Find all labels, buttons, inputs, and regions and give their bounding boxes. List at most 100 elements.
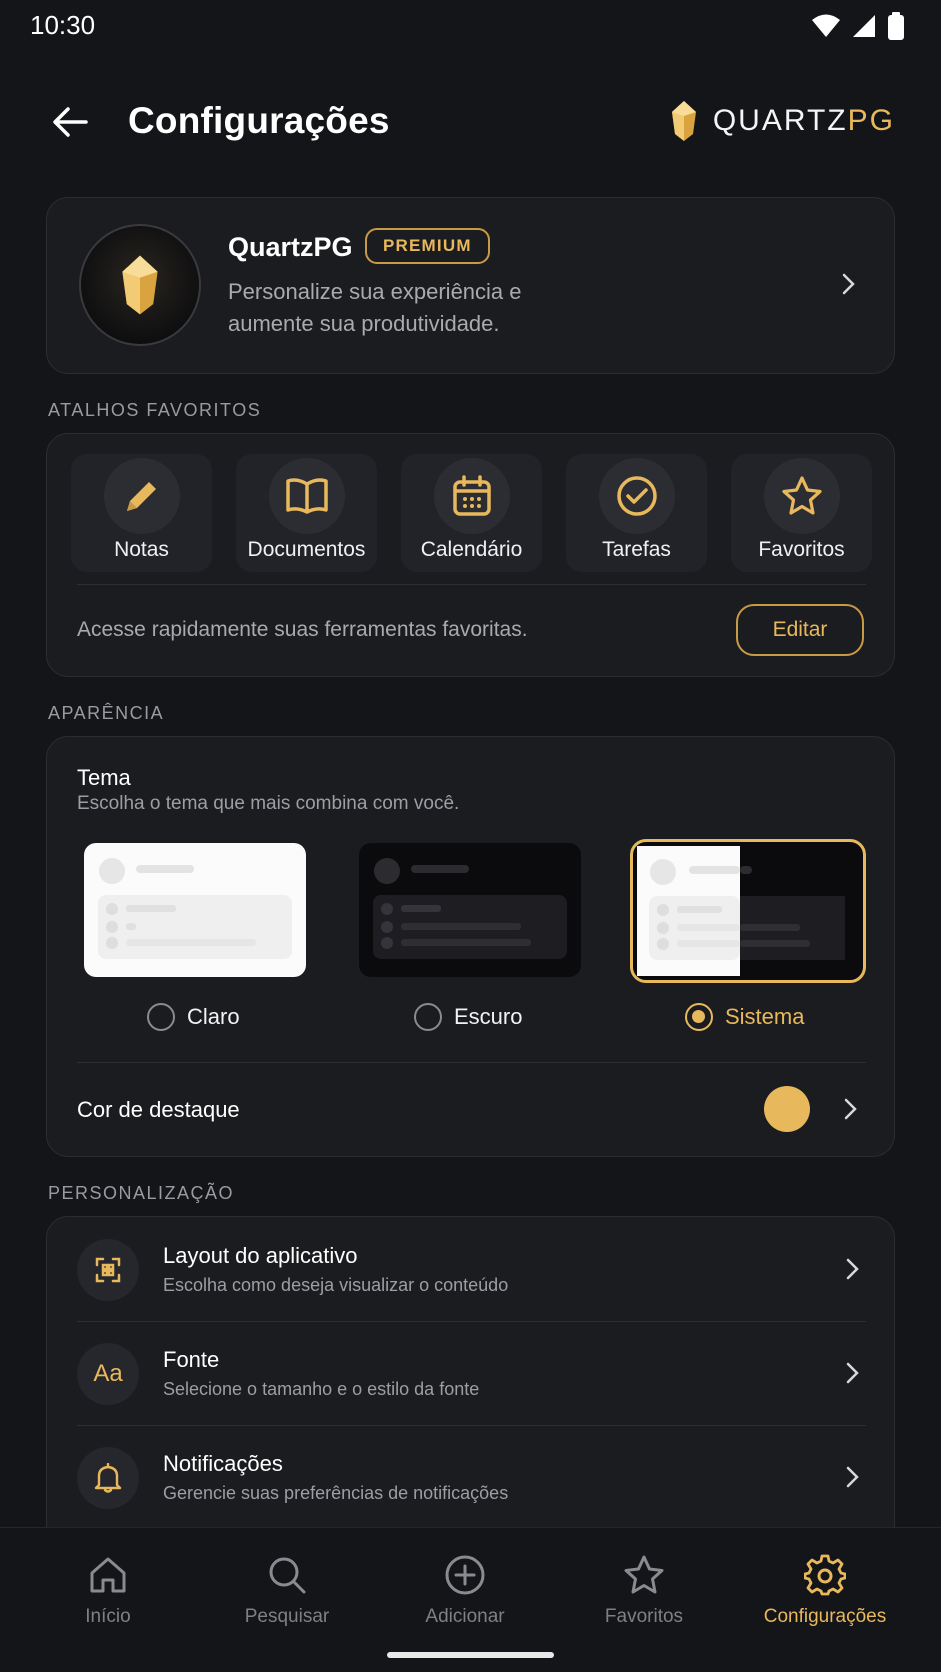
system-preview-graphic [637, 846, 859, 976]
shortcut-icon-wrap [433, 458, 510, 534]
shortcut-notes[interactable]: Notas [71, 454, 212, 572]
shortcut-icon-wrap [598, 458, 675, 534]
crystal-logo-icon [671, 101, 696, 141]
check-circle-icon [616, 476, 657, 516]
settings-row-subtitle: Escolha como deseja visualizar o conteúd… [163, 1275, 509, 1295]
radio-system[interactable] [685, 1003, 713, 1031]
book-icon [285, 478, 328, 514]
chevron-right-icon [846, 1466, 859, 1488]
nav-item-search[interactable]: Pesquisar [197, 1554, 377, 1628]
nav-label: Início [85, 1606, 131, 1627]
light-preview-graphic [98, 858, 292, 959]
shortcut-label: Calendário [420, 538, 523, 561]
search-icon [269, 1557, 306, 1594]
pencil-icon [126, 482, 156, 511]
nav-item-settings[interactable]: Configurações [735, 1554, 915, 1628]
font-icon: Aa [77, 1343, 139, 1405]
nav-item-favorites[interactable]: Favoritos [554, 1554, 734, 1628]
chevron-right-icon[interactable] [838, 1097, 862, 1121]
nav-label: Favoritos [604, 1606, 684, 1627]
section-label-shortcuts: ATALHOS FAVORITOS [48, 400, 262, 420]
shortcut-icon-wrap [268, 458, 345, 534]
section-label-appearance: APARÊNCIA [48, 703, 165, 723]
settings-row-title: Notificações [163, 1451, 283, 1476]
settings-row-font[interactable]: Aa Fonte Selecione o tamanho e o estilo … [47, 1321, 896, 1425]
appearance-card: Tema Escolha o tema que mais combina com… [46, 736, 895, 1157]
layout-icon-wrap [77, 1239, 139, 1301]
edit-button[interactable]: Editar [736, 604, 864, 656]
shortcut-tasks[interactable]: Tarefas [566, 454, 707, 572]
page-title: Configurações [128, 100, 390, 141]
shortcut-favorites[interactable]: Favoritos [731, 454, 872, 572]
back-button[interactable] [46, 98, 94, 146]
theme-option-label: Escuro [454, 1004, 523, 1029]
shortcut-documents[interactable]: Documentos [236, 454, 377, 572]
shortcut-icon-wrap [103, 458, 180, 534]
shortcut-calendar[interactable]: Calendário [401, 454, 542, 572]
bottom-navigation: Início Pesquisar Adicionar Favoritos Con… [0, 1527, 941, 1672]
theme-preview-light[interactable] [84, 843, 306, 977]
accent-color-swatch[interactable] [764, 1086, 810, 1132]
shortcuts-card: Notas Documentos Calendário Tarefas Favo… [46, 433, 895, 677]
shortcut-label: Tarefas [602, 538, 671, 561]
divider [77, 584, 866, 585]
settings-row-layout[interactable]: Layout do aplicativo Escolha como deseja… [47, 1217, 896, 1321]
theme-preview-dark[interactable] [359, 843, 581, 977]
section-label-personalization: PERSONALIZAÇÃO [48, 1183, 235, 1203]
shortcut-label: Documentos [247, 538, 366, 561]
theme-option-light[interactable]: Claro [147, 1003, 240, 1031]
divider [77, 1062, 866, 1063]
brand-logo: QUARTZPG [669, 100, 895, 142]
shortcuts-hint: Acesse rapidamente suas ferramentas favo… [77, 618, 528, 641]
nav-label: Configurações [763, 1606, 887, 1627]
chevron-right-icon [842, 273, 855, 295]
star-icon [624, 1555, 664, 1594]
arrow-left-icon [53, 107, 88, 137]
wifi-icon [812, 14, 840, 37]
star-icon [781, 476, 822, 515]
profile-name: QuartzPG [228, 232, 353, 262]
calendar-icon [452, 475, 491, 516]
chevron-right-icon [846, 1258, 859, 1280]
gear-icon [804, 1554, 846, 1596]
settings-row-title: Fonte [163, 1347, 220, 1372]
home-indicator[interactable] [387, 1652, 554, 1658]
nav-label: Adicionar [425, 1606, 505, 1627]
brand-name-accent: PG [847, 104, 895, 137]
settings-row-notifications[interactable]: Notificações Gerencie suas preferências … [47, 1425, 896, 1529]
theme-title: Tema [77, 765, 131, 790]
battery-icon [888, 12, 904, 40]
home-icon [90, 1557, 126, 1593]
chevron-right-icon [846, 1362, 859, 1384]
nav-item-home[interactable]: Início [18, 1554, 198, 1628]
theme-option-label: Sistema [725, 1004, 805, 1029]
layout-icon [95, 1257, 121, 1283]
radio-light[interactable] [147, 1003, 175, 1031]
status-icons [811, 12, 905, 40]
dark-preview-graphic [373, 858, 567, 959]
theme-option-system[interactable]: Sistema [685, 1003, 804, 1031]
accent-color-label: Cor de destaque [77, 1097, 240, 1122]
shortcut-label: Notas [114, 538, 169, 561]
settings-row-subtitle: Gerencie suas preferências de notificaçõ… [163, 1483, 509, 1503]
bell-icon-wrap [77, 1447, 139, 1509]
brand-name-main: QUARTZ [712, 104, 848, 137]
status-time: 10:30 [30, 10, 96, 40]
status-bar: 10:30 [0, 0, 941, 52]
settings-row-subtitle: Selecione o tamanho e o estilo da fonte [163, 1379, 480, 1399]
avatar [79, 224, 201, 346]
theme-preview-system[interactable] [630, 839, 866, 983]
add-circle-icon [445, 1555, 485, 1595]
brand-name: QUARTZPG [713, 104, 895, 138]
header: Configurações QUARTZPG [0, 90, 941, 154]
bell-icon [94, 1463, 122, 1493]
settings-row-title: Layout do aplicativo [163, 1243, 358, 1268]
radio-dark[interactable] [414, 1003, 442, 1031]
profile-card[interactable]: QuartzPG PREMIUM Personalize sua experiê… [46, 197, 895, 374]
nav-item-add[interactable]: Adicionar [375, 1554, 555, 1628]
theme-subtitle: Escolha o tema que mais combina com você… [77, 793, 460, 814]
theme-option-dark[interactable]: Escuro [414, 1003, 522, 1031]
premium-badge: PREMIUM [365, 228, 490, 264]
crystal-icon [122, 255, 158, 315]
nav-label: Pesquisar [244, 1606, 330, 1627]
